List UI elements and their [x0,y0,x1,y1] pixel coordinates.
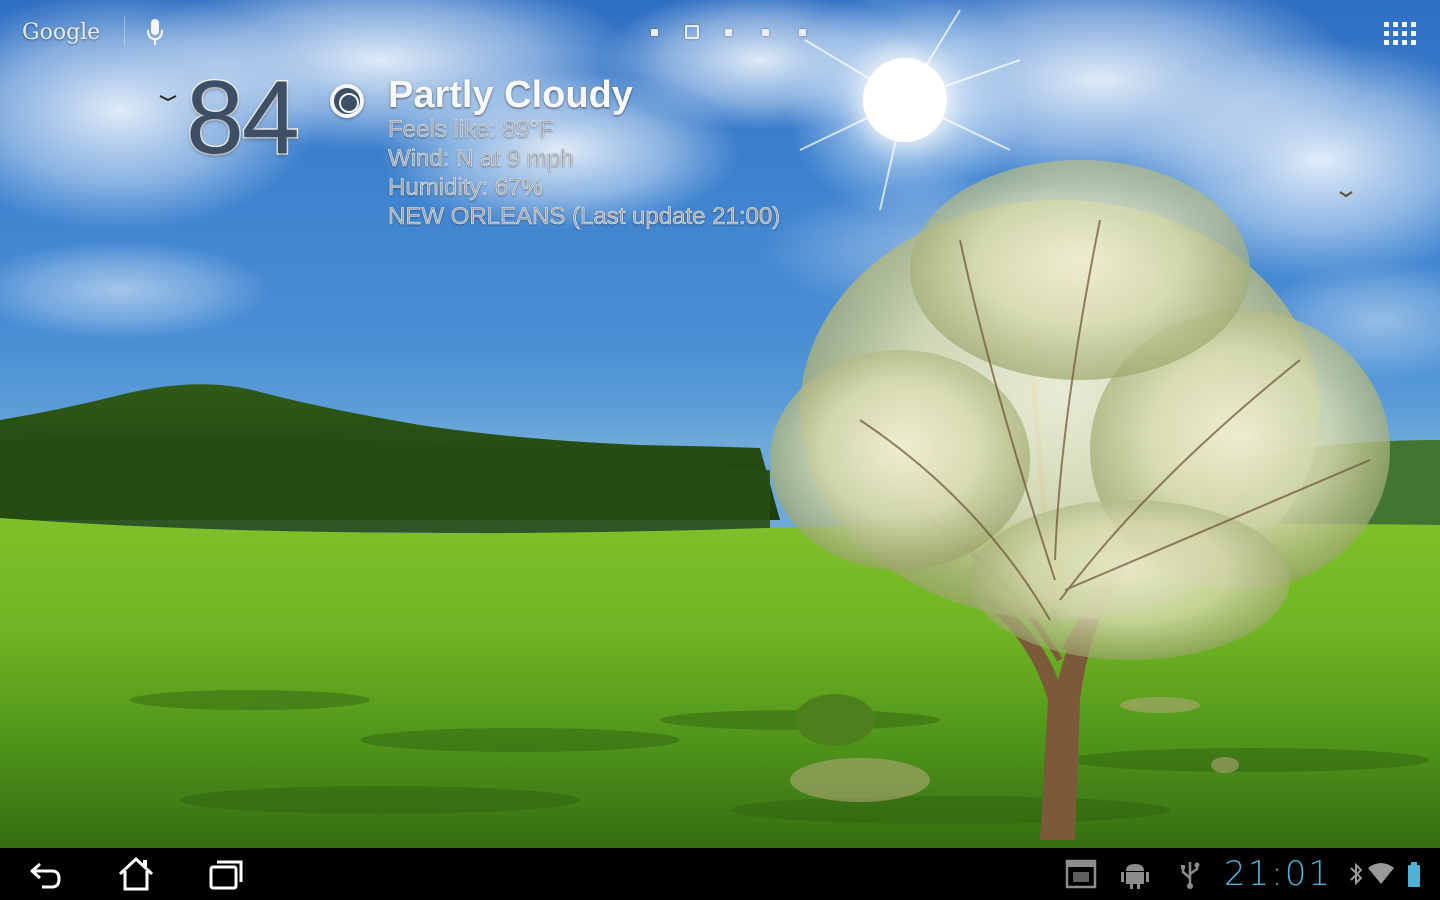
degree-icon [330,84,364,118]
page-dot[interactable] [747,22,784,42]
page-dot-active[interactable] [673,22,710,42]
home-button[interactable] [106,854,166,894]
page-dot[interactable] [784,22,821,42]
all-apps-grid-icon[interactable] [1382,20,1418,46]
usb-icon[interactable] [1178,858,1202,890]
voice-search-mic-icon[interactable] [144,16,166,48]
location-last-update: NEW ORLEANS (Last update 21:00) [388,203,781,231]
humidity: Humidity: 67% [388,174,543,202]
feels-like: Feels like: 89°F [388,116,554,144]
weather-condition: Partly Cloudy [388,74,633,116]
wifi-icon[interactable] [1366,858,1396,890]
page-dot[interactable] [710,22,747,42]
system-navigation-bar: 21:01 [0,848,1440,900]
clock[interactable]: 21:01 [1224,854,1332,894]
battery-icon[interactable] [1404,858,1424,890]
weather-widget[interactable]: 84 Partly Cloudy Feels like: 89°F Wind: … [150,65,840,242]
back-icon [30,862,61,889]
temperature: 84 [185,60,302,176]
page-indicator [636,22,821,42]
android-debug-icon[interactable] [1120,858,1150,890]
recent-apps-button[interactable] [196,854,256,894]
google-search-bar[interactable]: Google [22,16,100,48]
back-button[interactable] [16,854,76,894]
google-search-label: Google [22,19,101,45]
page-dot[interactable] [636,22,673,42]
screenshot-notification-icon[interactable] [1064,858,1098,890]
home-icon [118,857,154,891]
wind: Wind: N at 9 mph [388,145,574,173]
search-divider [124,16,125,46]
recent-apps-icon [209,860,243,890]
bluetooth-icon[interactable] [1348,858,1364,890]
